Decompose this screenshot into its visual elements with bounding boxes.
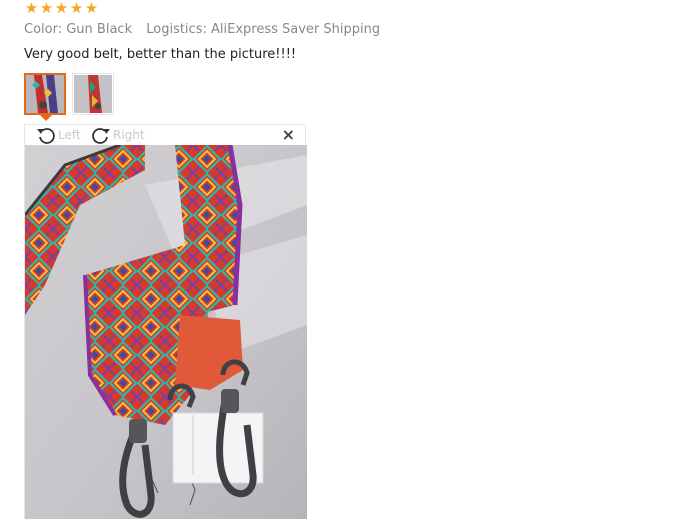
thumbnail-1[interactable]	[24, 73, 66, 121]
star-icon: ★	[24, 0, 39, 17]
strap-thumbnail-image	[26, 75, 64, 113]
color-label: Color:	[24, 22, 63, 37]
star-icon: ★	[84, 0, 99, 17]
viewer-toolbar: Left Right ×	[25, 125, 305, 145]
rotate-right-icon	[92, 128, 110, 144]
review-meta: Color: Gun Black Logistics: AliExpress S…	[24, 22, 390, 37]
rotate-left-label: Left	[58, 128, 81, 142]
star-icon: ★	[54, 0, 69, 17]
close-icon[interactable]: ×	[282, 127, 295, 143]
image-viewer: Left Right ×	[24, 124, 307, 519]
review-text: Very good belt, better than the picture!…	[24, 47, 297, 62]
star-rating: ★ ★ ★ ★ ★	[24, 1, 99, 16]
star-icon: ★	[69, 0, 84, 17]
strap-thumbnail-image	[74, 75, 112, 113]
star-icon: ★	[39, 0, 54, 17]
strap-photo-image	[25, 145, 307, 519]
rotate-left-icon	[37, 128, 55, 144]
review-page: ★ ★ ★ ★ ★ Color: Gun Black Logistics: Al…	[0, 0, 678, 519]
review-thumbnails	[24, 73, 114, 121]
rotate-left-button[interactable]: Left	[35, 125, 81, 145]
rotate-right-button[interactable]: Right	[90, 125, 145, 145]
review-photo	[25, 145, 307, 519]
color-value: Gun Black	[66, 22, 133, 37]
rotate-right-label: Right	[113, 128, 145, 142]
logistics-label: Logistics:	[146, 22, 207, 37]
thumbnail-2[interactable]	[72, 73, 114, 115]
logistics-value: AliExpress Saver Shipping	[211, 22, 381, 37]
